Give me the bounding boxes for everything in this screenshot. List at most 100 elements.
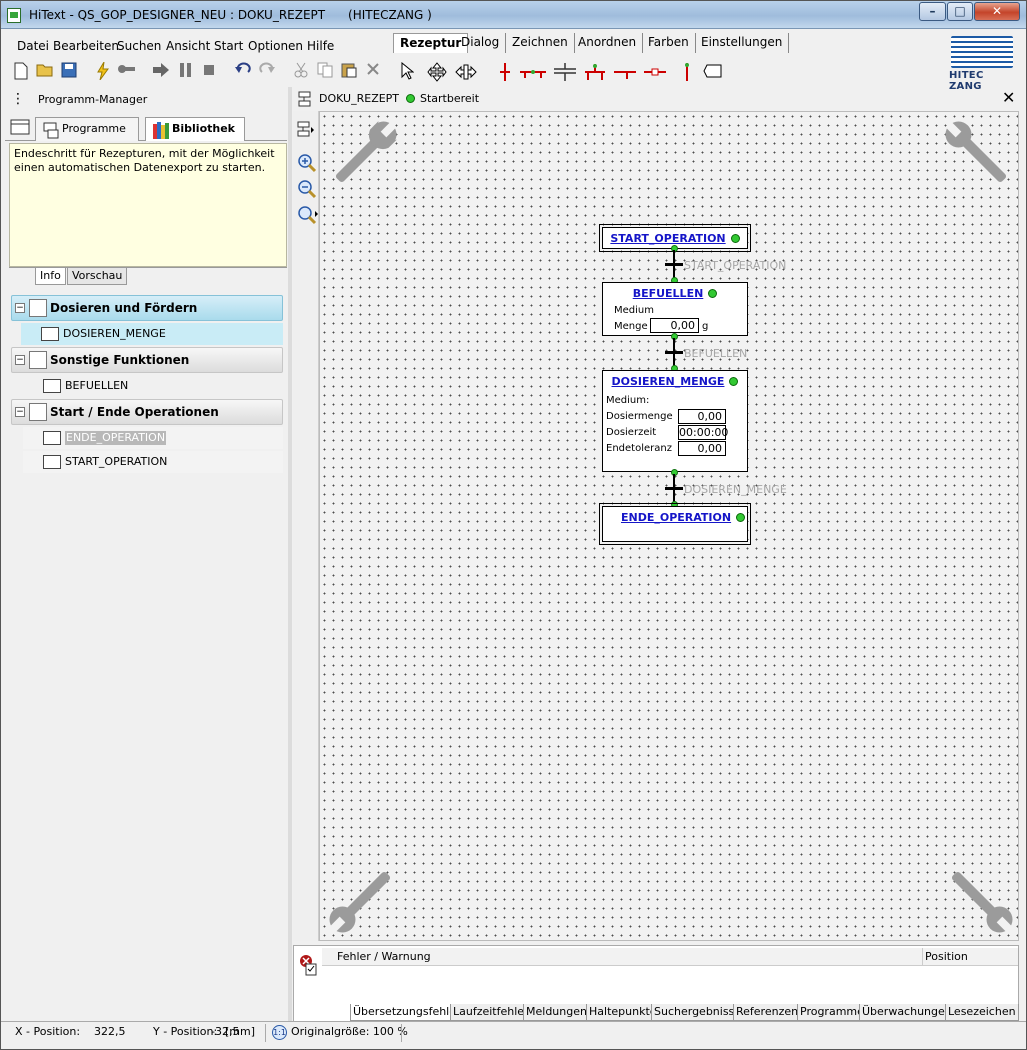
menu-hilfe[interactable]: Hilfe bbox=[307, 39, 334, 53]
step-title: START_OPERATION bbox=[610, 232, 726, 245]
menu-bearbeiten[interactable]: Bearbeiten bbox=[53, 39, 119, 53]
col-position[interactable]: Position bbox=[925, 948, 968, 965]
menge-value-field[interactable]: 0,00 bbox=[650, 318, 699, 333]
cut-icon[interactable] bbox=[291, 62, 311, 82]
step-title: DOSIEREN_MENGE bbox=[611, 375, 725, 388]
tree-item-dosieren-menge[interactable]: DOSIEREN_MENGE bbox=[21, 323, 283, 345]
run-icon[interactable] bbox=[151, 62, 171, 82]
compile-lightning-icon[interactable] bbox=[93, 61, 113, 82]
zoom-in-icon[interactable] bbox=[297, 153, 317, 176]
paste-icon[interactable] bbox=[339, 62, 359, 82]
endetoleranz-value-field[interactable]: 0,00 bbox=[678, 441, 726, 456]
folder-tree-icon[interactable] bbox=[9, 117, 31, 137]
info-tabs: Info Vorschau bbox=[9, 267, 287, 285]
settings-wrench-icon[interactable] bbox=[117, 62, 137, 82]
close-document-icon[interactable]: ✕ bbox=[1002, 88, 1015, 107]
zoom-out-icon[interactable] bbox=[297, 179, 317, 202]
tree-item-ende-operation[interactable]: ENDE_OPERATION bbox=[23, 427, 283, 449]
col-fehler-warnung[interactable]: Fehler / Warnung bbox=[337, 948, 431, 965]
tree-group-sonstige[interactable]: − Sonstige Funktionen bbox=[11, 347, 283, 373]
minimize-button[interactable]: – bbox=[919, 2, 946, 21]
title-bar[interactable]: HiText - QS_GOP_DESIGNER_NEU : DOKU_REZE… bbox=[1, 1, 1026, 29]
tab-haltepunkte[interactable]: Haltepunkte bbox=[586, 1004, 660, 1021]
transition-bar[interactable] bbox=[665, 351, 683, 354]
transition-bar[interactable] bbox=[665, 263, 683, 266]
collapse-icon[interactable]: − bbox=[15, 407, 25, 417]
group-icon bbox=[29, 351, 47, 369]
tab-farben[interactable]: Farben bbox=[642, 33, 696, 53]
dosierzeit-value-field[interactable]: 00:00:00 bbox=[678, 425, 728, 440]
collapse-icon[interactable]: − bbox=[15, 355, 25, 365]
tab-vorschau[interactable]: Vorschau bbox=[67, 268, 128, 285]
wrench-corner-icon bbox=[951, 871, 1013, 933]
stop-icon[interactable] bbox=[199, 62, 219, 82]
insert-branch-icon[interactable] bbox=[519, 62, 547, 82]
tab-dialog[interactable]: Dialog bbox=[455, 33, 507, 53]
tab-anordnen[interactable]: Anordnen bbox=[572, 33, 644, 53]
pause-icon[interactable] bbox=[175, 62, 195, 82]
tab-lesezeichen[interactable]: Lesezeichen bbox=[945, 1004, 1019, 1021]
redo-icon[interactable] bbox=[257, 62, 277, 82]
move-horizontal-icon[interactable] bbox=[455, 62, 477, 82]
transition-bar[interactable] bbox=[665, 487, 683, 490]
tab-zeichnen[interactable]: Zeichnen bbox=[506, 33, 575, 53]
step-title: BEFUELLEN bbox=[632, 287, 704, 300]
tree-item-befuellen[interactable]: BEFUELLEN bbox=[23, 375, 283, 397]
menu-suchen[interactable]: Suchen bbox=[117, 39, 161, 53]
view-mode-icon[interactable] bbox=[297, 121, 315, 140]
new-file-icon[interactable] bbox=[11, 62, 31, 82]
tab-referenzen[interactable]: Referenzen bbox=[733, 1004, 802, 1021]
tree-group-dosieren[interactable]: − Dosieren und Fördern bbox=[11, 295, 283, 321]
menu-start[interactable]: Start bbox=[214, 39, 243, 53]
tree-group-start-ende[interactable]: − Start / Ende Operationen bbox=[11, 399, 283, 425]
tab-einstellungen[interactable]: Einstellungen bbox=[695, 33, 790, 53]
insert-end-icon[interactable] bbox=[703, 62, 723, 82]
save-icon[interactable] bbox=[59, 62, 79, 82]
zoom-level-text: Originalgröße: 100 % bbox=[291, 1025, 408, 1038]
function-block-icon bbox=[41, 327, 59, 341]
document-tab[interactable]: DOKU_REZEPT bbox=[319, 92, 399, 105]
panel-splitter[interactable] bbox=[288, 87, 292, 1022]
sfc-canvas[interactable]: START_OPERATION START_OPERATION BEFUELLE… bbox=[319, 111, 1019, 941]
step-dosieren-menge[interactable]: DOSIEREN_MENGE Medium: Dosiermenge 0,00 … bbox=[602, 370, 748, 472]
maximize-button[interactable]: □ bbox=[947, 2, 973, 21]
tab-info[interactable]: Info bbox=[35, 268, 66, 285]
tab-bibliothek[interactable]: Bibliothek bbox=[145, 117, 245, 141]
dosiermenge-value-field[interactable]: 0,00 bbox=[678, 409, 726, 424]
copy-icon[interactable] bbox=[315, 62, 335, 82]
step-befuellen[interactable]: BEFUELLEN Medium Menge 0,00 g bbox=[602, 282, 748, 336]
insert-connection-icon[interactable] bbox=[643, 62, 667, 82]
delete-icon[interactable] bbox=[363, 62, 383, 82]
tab-meldungen[interactable]: Meldungen bbox=[523, 1004, 590, 1021]
left-panel-tabs: Programme Bibliothek bbox=[5, 113, 287, 141]
tab-uebersetzungsfehler[interactable]: Übersetzungsfehler bbox=[350, 1004, 464, 1021]
menu-ansicht[interactable]: Ansicht bbox=[166, 39, 210, 53]
insert-step-icon[interactable] bbox=[495, 62, 515, 82]
program-manager-header: ⋮ Programm-Manager bbox=[5, 89, 287, 111]
menu-datei[interactable]: Datei bbox=[17, 39, 49, 53]
move-vertical-icon[interactable] bbox=[427, 62, 447, 82]
transition-label: BEFUELLEN bbox=[684, 347, 748, 360]
zoom-options-icon[interactable] bbox=[297, 205, 319, 228]
error-panel: Fehler / Warnung Position Übersetzungsfe… bbox=[293, 945, 1019, 1023]
tab-laufzeitfehler[interactable]: Laufzeitfehler bbox=[450, 1004, 532, 1021]
tab-ueberwachungen[interactable]: Überwachungen bbox=[859, 1004, 955, 1021]
insert-transition-icon[interactable] bbox=[677, 62, 697, 82]
status-dot-icon bbox=[730, 234, 740, 243]
function-block-icon bbox=[43, 455, 61, 469]
tab-suchergebnisse[interactable]: Suchergebnisse bbox=[651, 1004, 745, 1021]
tab-programme[interactable]: Programme bbox=[797, 1004, 867, 1021]
close-window-button[interactable]: ✕ bbox=[974, 2, 1020, 21]
undo-icon[interactable] bbox=[233, 62, 253, 82]
insert-alt-branch-icon[interactable] bbox=[583, 62, 607, 82]
tab-programme[interactable]: Programme bbox=[35, 117, 139, 141]
step-ende-operation[interactable]: ENDE_OPERATION bbox=[599, 503, 751, 545]
pointer-icon[interactable] bbox=[397, 61, 417, 82]
status-dot-icon bbox=[708, 289, 718, 298]
tree-item-start-operation[interactable]: START_OPERATION bbox=[23, 451, 283, 473]
menu-optionen[interactable]: Optionen bbox=[248, 39, 303, 53]
open-folder-icon[interactable] bbox=[35, 62, 55, 82]
insert-jump-icon[interactable] bbox=[613, 62, 637, 82]
collapse-icon[interactable]: − bbox=[15, 303, 25, 313]
insert-parallel-icon[interactable] bbox=[553, 62, 577, 82]
